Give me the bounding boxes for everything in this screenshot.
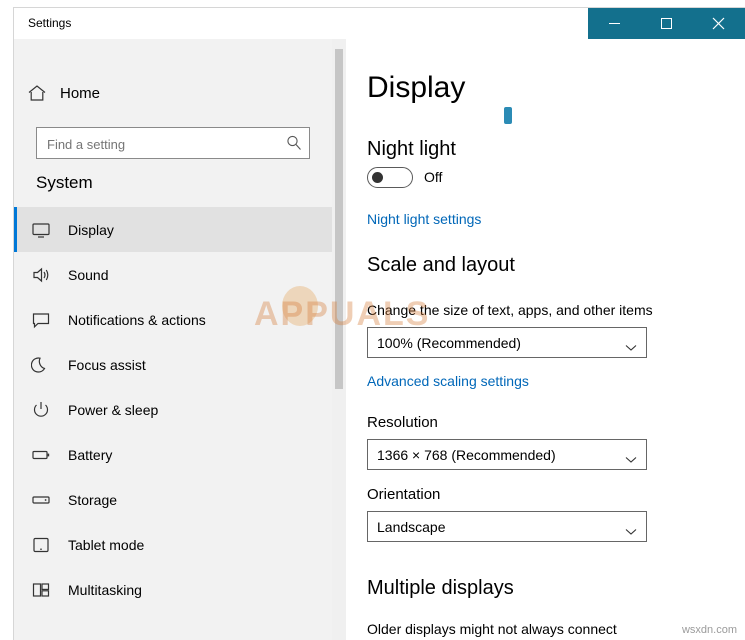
advanced-scaling-link[interactable]: Advanced scaling settings [367,373,529,389]
multiple-displays-heading: Multiple displays [367,577,514,599]
sidebar-item-display[interactable]: Display [14,207,332,252]
sidebar-item-label: Tablet mode [68,536,145,553]
text-size-label: Change the size of text, apps, and other… [367,302,653,318]
sidebar-item-label: Multitasking [68,581,142,598]
sidebar-item-notifications-actions[interactable]: Notifications & actions [14,297,332,342]
search-input[interactable] [45,128,284,160]
orientation-value: Landscape [377,519,446,535]
close-icon [712,17,724,30]
storage-icon [14,490,68,510]
multitask-icon [14,580,68,600]
sidebar-item-tablet-mode[interactable]: Tablet mode [14,522,332,567]
home-label: Home [60,84,101,102]
sidebar-nav-list: Display Sound Notifications & actions Fo… [14,207,332,612]
sidebar-item-label: Storage [68,491,118,508]
sidebar-item-sound[interactable]: Sound [14,252,332,297]
vertical-scrollbar[interactable] [332,39,346,640]
sidebar-item-label: Power & sleep [68,401,159,418]
night-light-heading: Night light [367,138,456,160]
chevron-down-icon [625,451,637,469]
night-light-settings-link[interactable]: Night light settings [367,211,481,227]
scale-dropdown[interactable]: 100% (Recommended) [367,327,647,358]
monitor-icon [14,220,68,240]
maximize-button[interactable] [640,8,692,39]
search-box[interactable] [36,127,310,160]
resolution-label: Resolution [367,414,438,431]
caption-buttons [588,8,745,39]
resolution-dropdown[interactable]: 1366 × 768 (Recommended) [367,439,647,470]
sidebar-item-label: Sound [68,266,109,283]
tablet-icon [14,535,68,555]
chevron-down-icon [625,339,637,357]
sidebar-item-power-sleep[interactable]: Power & sleep [14,387,332,432]
chat-bubble-icon [14,310,68,330]
speaker-icon [14,265,68,285]
minimize-icon [608,22,620,24]
night-light-state: Off [424,169,443,185]
moon-icon [14,355,68,375]
battery-icon [14,445,68,465]
settings-window: Settings Home Find a setting System Disp… [14,8,745,640]
text-cursor-indicator [504,107,512,124]
title-bar: Settings [14,8,745,39]
scale-layout-heading: Scale and layout [367,254,515,276]
orientation-dropdown[interactable]: Landscape [367,511,647,542]
orientation-label: Orientation [367,486,441,503]
sidebar-item-label: Notifications & actions [68,311,206,328]
night-light-toggle[interactable] [367,167,413,188]
sidebar: Home System Display [14,39,332,640]
sidebar-item-battery[interactable]: Battery [14,432,332,477]
chevron-down-icon [625,523,637,541]
home-icon [14,83,60,103]
credit-text: wsxdn.com [681,624,737,636]
content-pane: Display Night light Off Night light sett… [346,39,745,640]
page-title: Display [367,71,466,104]
sidebar-item-home[interactable]: Home [14,75,332,111]
scale-value: 100% (Recommended) [377,335,521,351]
sidebar-item-focus-assist[interactable]: Focus assist [14,342,332,387]
scrollbar-thumb[interactable] [335,49,343,389]
sidebar-item-label: Battery [68,446,113,463]
sidebar-item-storage[interactable]: Storage [14,477,332,522]
multiple-displays-note: Older displays might not always connect [367,621,617,637]
power-icon [14,400,68,420]
window-title: Settings [28,16,72,30]
close-button[interactable] [692,8,744,39]
maximize-icon [660,18,672,29]
search-icon[interactable] [285,134,303,152]
sidebar-item-label: Display [68,221,114,238]
sidebar-group-title: System [36,173,93,192]
sidebar-item-label: Focus assist [68,356,146,373]
toggle-knob [372,172,383,183]
minimize-button[interactable] [588,8,640,39]
resolution-value: 1366 × 768 (Recommended) [377,447,556,463]
sidebar-item-multitasking[interactable]: Multitasking [14,567,332,612]
